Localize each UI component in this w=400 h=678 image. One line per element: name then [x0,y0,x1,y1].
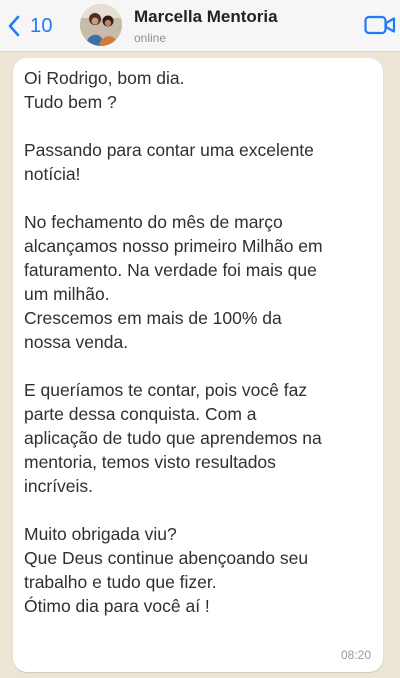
message-line: faturamento. Na verdade foi mais que [24,260,317,280]
message-line [24,498,369,522]
message-line: mentoria, temos visto resultados [24,452,276,472]
message-line: Que Deus continue abençoando seu [24,548,309,568]
message-line: E queríamos te contar, pois você faz [24,380,308,400]
video-call-icon [364,15,396,35]
message-line: parte dessa conquista. Com a [24,404,257,424]
message-line: um milhão. [24,284,110,304]
message-line: alcançamos nosso primeiro Milhão em [24,236,323,256]
message-line [24,114,369,138]
message-line: No fechamento do mês de março [24,212,283,232]
back-button[interactable]: 10 [6,10,53,42]
message-line: incríveis. [24,476,94,496]
message-line: Passando para contar uma excelente [24,140,314,160]
message-line: trabalho e tudo que fizer. [24,572,217,592]
message-bubble[interactable]: Oi Rodrigo, bom dia. Tudo bem ? Passando… [13,58,383,672]
message-timestamp: 08:20 [340,648,371,662]
message-line: Ótimo dia para você aí ! [24,596,210,616]
contact-photo [80,4,122,46]
message-line: Crescemos em mais de 100% da [24,308,282,328]
chevron-left-icon [8,15,20,37]
video-call-button[interactable] [364,13,396,37]
message-line: Muito obrigada viu? [24,524,177,544]
chat-header: 10 Marcella Mentoria online [0,0,400,52]
unread-count: 10 [30,14,53,37]
message-line [24,186,369,210]
message-line: Oi Rodrigo, bom dia. [24,68,185,88]
message-line: Tudo bem ? [24,92,117,112]
message-line: nossa venda. [24,332,129,352]
message-text: Oi Rodrigo, bom dia. Tudo bem ? Passando… [24,66,369,618]
contact-status: online [134,31,167,45]
message-line: notícia! [24,164,81,184]
contact-name[interactable]: Marcella Mentoria [134,7,278,27]
message-line: aplicação de tudo que aprendemos na [24,428,322,448]
chat-area[interactable]: Oi Rodrigo, bom dia. Tudo bem ? Passando… [0,52,400,678]
avatar[interactable] [80,4,122,46]
message-line [24,354,369,378]
